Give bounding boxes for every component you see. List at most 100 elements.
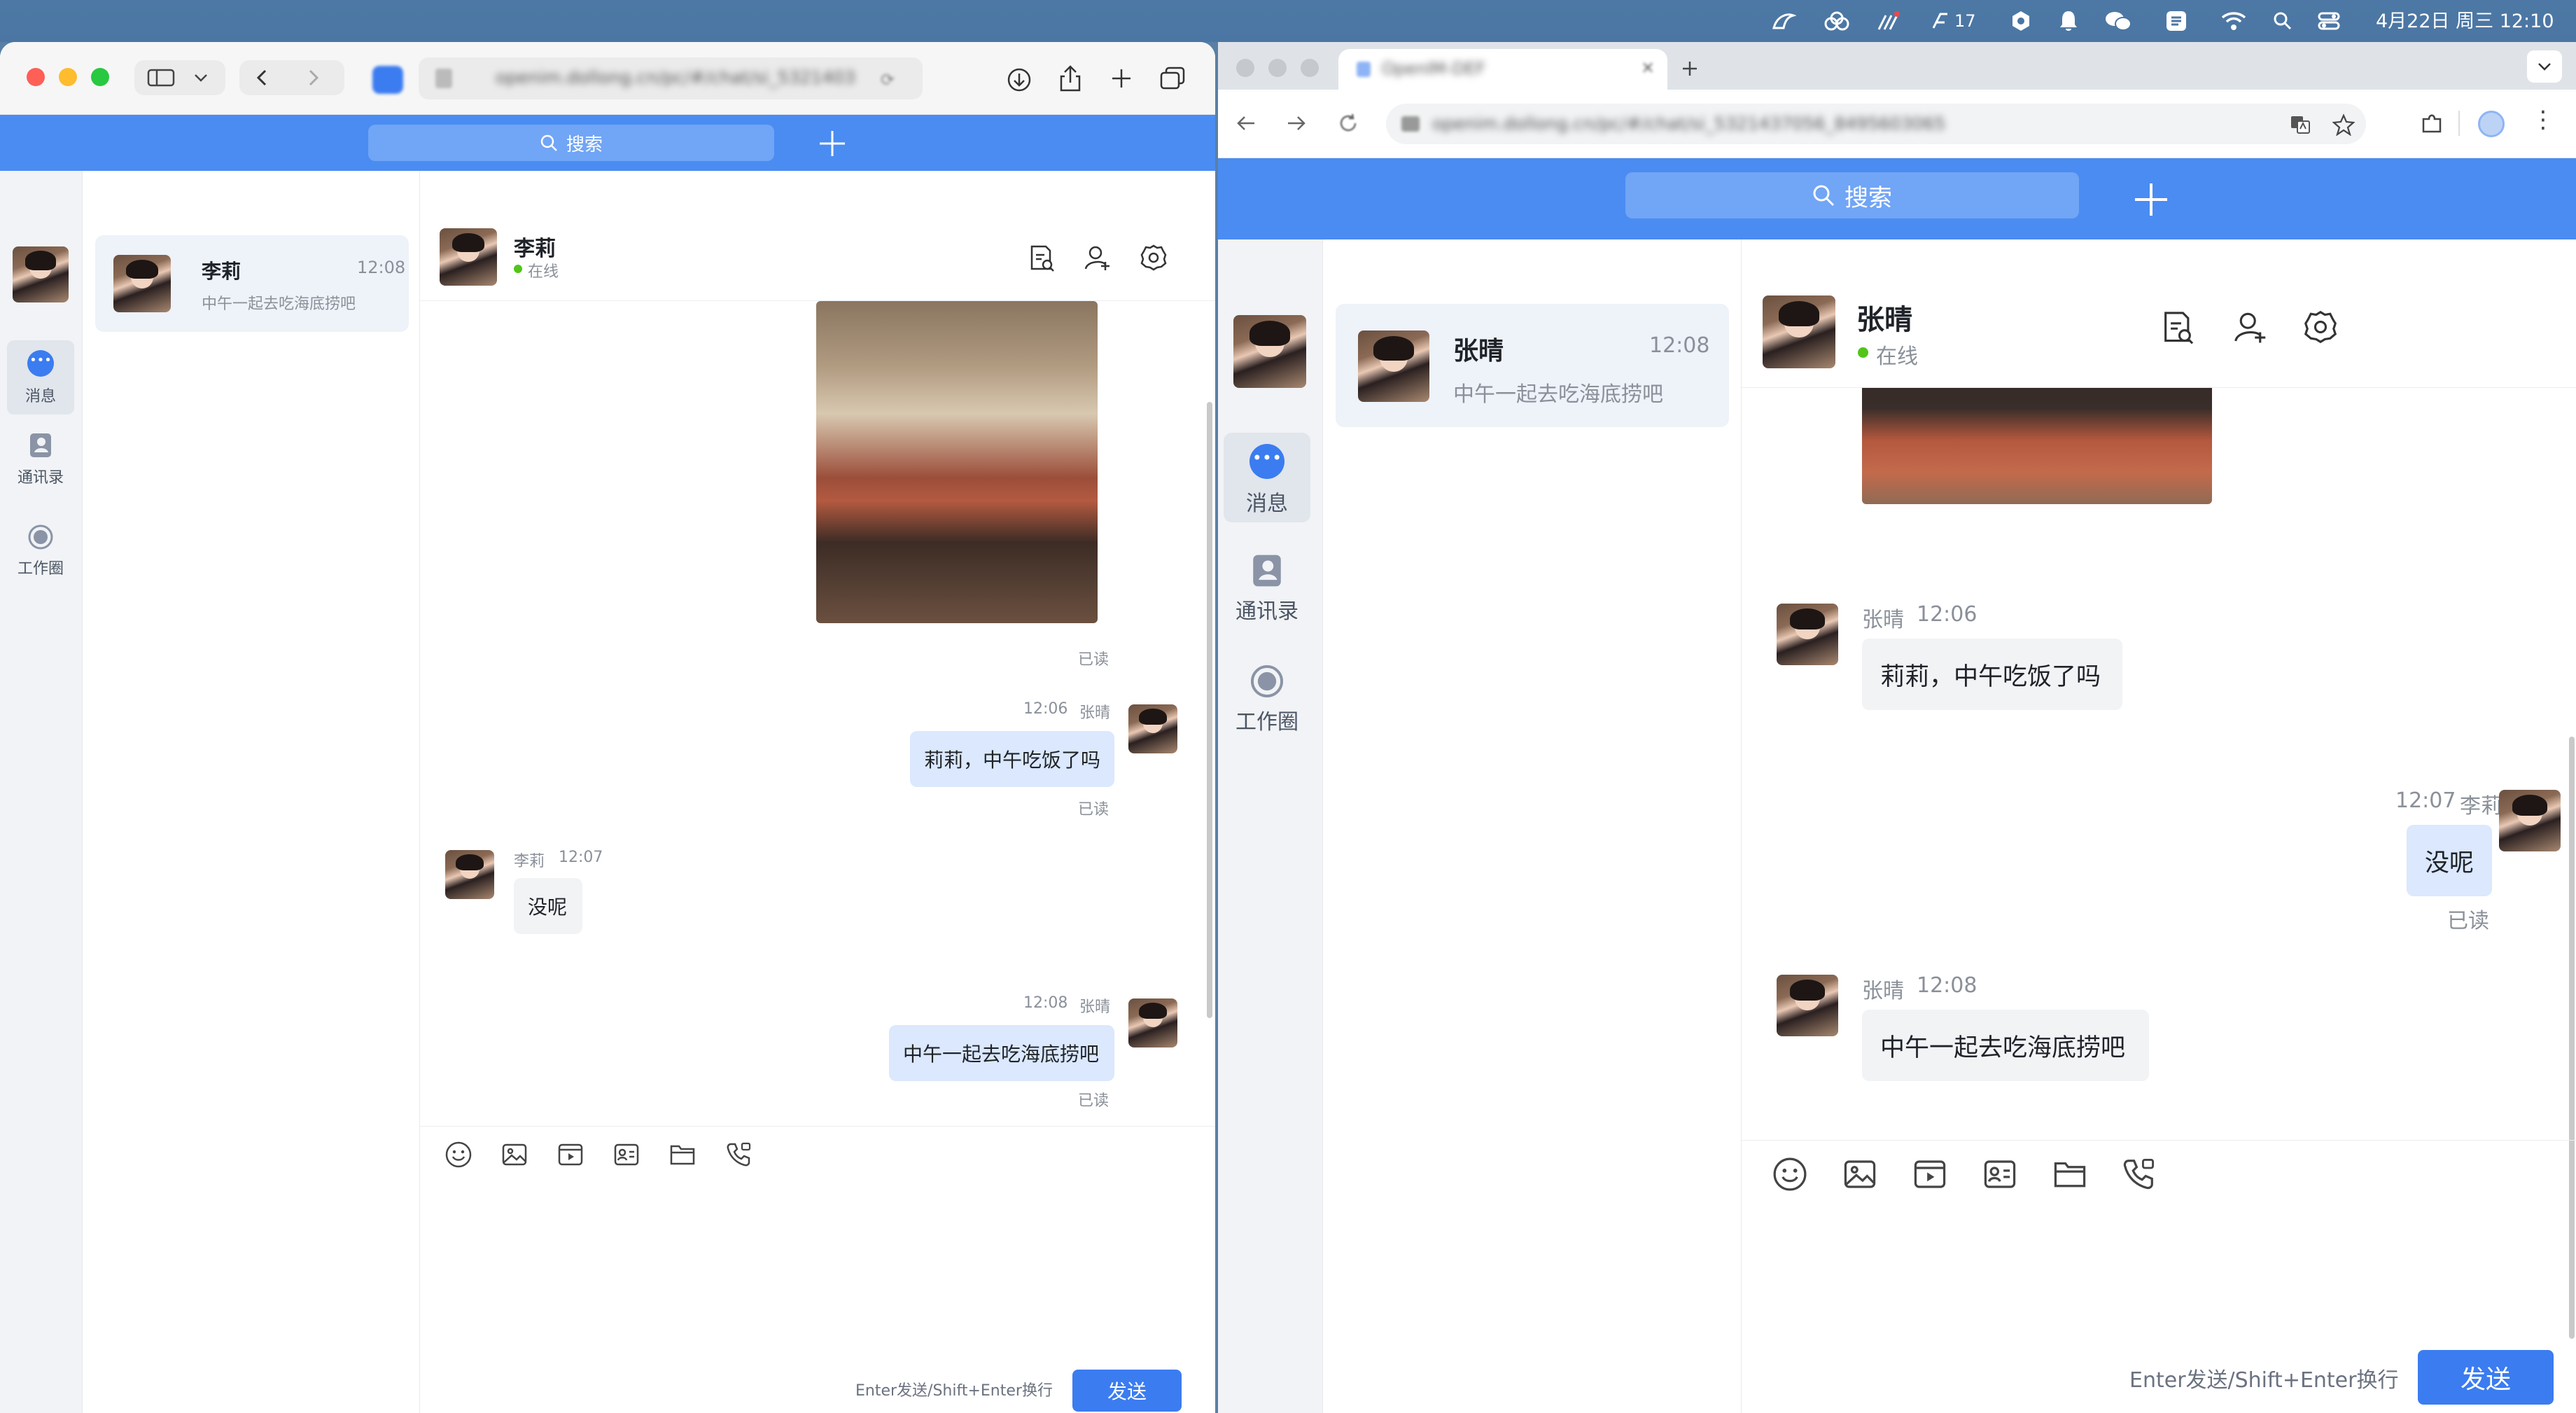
minimize-window-button[interactable] (1268, 59, 1287, 77)
extension-icon[interactable] (372, 66, 403, 94)
settings-gear-icon[interactable] (2303, 309, 2338, 344)
call-icon[interactable] (724, 1140, 753, 1169)
bookmark-star-icon[interactable] (2332, 113, 2355, 136)
back-arrow-icon[interactable] (1235, 112, 1257, 134)
sync-icon[interactable] (2009, 7, 2033, 35)
rail-messages[interactable]: ••• 消息 (1224, 433, 1310, 522)
conversation-name: 张晴 (1453, 337, 1504, 366)
chat-scrollbar[interactable] (2569, 737, 2575, 1339)
cloud-icon[interactable] (1823, 7, 1851, 35)
my-avatar[interactable] (1233, 315, 1306, 388)
message-bubble: 莉莉，中午吃饭了吗 (910, 731, 1114, 787)
new-tab-icon[interactable] (1110, 67, 1133, 90)
active-tab[interactable]: OpenIM-DEF × (1338, 49, 1667, 90)
message-sender: 李莉 (2460, 794, 2502, 819)
add-friend-icon[interactable] (2233, 309, 2268, 344)
message-sender: 张晴 (1079, 704, 1111, 722)
tab-search-button[interactable] (2527, 50, 2562, 83)
bird-icon[interactable] (1771, 7, 1796, 35)
more-menu-icon[interactable]: ⋮ (2531, 108, 2555, 132)
profile-avatar[interactable] (2478, 111, 2505, 137)
input-divider (1742, 1140, 2576, 1141)
share-icon[interactable] (1058, 64, 1082, 92)
tab-overview-icon[interactable] (1159, 66, 1186, 91)
wifi-icon[interactable] (2220, 7, 2247, 35)
reload-icon[interactable]: ⟳ (881, 70, 895, 90)
chat-scrollbar[interactable] (1207, 402, 1212, 1018)
chat-history-icon[interactable] (2160, 309, 2195, 346)
sender-avatar (1128, 998, 1177, 1047)
tab-close-icon[interactable]: × (1641, 57, 1655, 77)
add-friend-icon[interactable] (1084, 244, 1112, 272)
image-message[interactable] (816, 301, 1098, 623)
reload-icon[interactable] (1337, 112, 1359, 134)
chat-header-name: 李莉 (514, 237, 556, 261)
add-icon[interactable] (818, 129, 847, 158)
message-time: 12:08 (1023, 994, 1068, 1012)
chat-header-avatar (440, 228, 497, 286)
search-box[interactable]: 搜索 (368, 125, 774, 161)
image-icon[interactable] (1841, 1155, 1879, 1193)
send-hint: Enter发送/Shift+Enter换行 (2129, 1368, 2399, 1393)
download-icon[interactable] (1007, 67, 1032, 92)
send-button[interactable]: 发送 (1072, 1370, 1182, 1412)
rail-messages[interactable]: ••• 消息 (7, 340, 74, 415)
folder-icon[interactable] (2051, 1155, 2089, 1193)
control-center-icon[interactable] (2317, 7, 2341, 35)
zoom-window-button[interactable] (91, 68, 109, 86)
search-box[interactable]: 搜索 (1625, 172, 2079, 218)
contact-card-icon[interactable] (612, 1140, 641, 1169)
rail-workspace[interactable]: 工作圈 (7, 524, 74, 594)
site-info-icon[interactable] (1401, 116, 1420, 132)
extensions-icon[interactable] (2419, 111, 2444, 136)
folder-icon[interactable] (668, 1140, 697, 1169)
add-icon[interactable] (2132, 181, 2170, 218)
macos-menu-bar: 17 4月22日 周三 12:10 (0, 0, 2576, 42)
new-tab-icon[interactable] (1680, 59, 1700, 78)
close-window-button[interactable] (1236, 59, 1254, 77)
minimize-window-button[interactable] (59, 68, 77, 86)
url-text: openim.dollong.cn/pc/#/chat/si_5321403 (496, 67, 856, 88)
back-arrow-icon[interactable] (255, 69, 269, 87)
tab-favicon-icon (1357, 62, 1371, 77)
search-placeholder: 搜索 (1844, 183, 1892, 212)
message-bubble: 中午一起去吃海底捞吧 (889, 1025, 1114, 1081)
message-bubble: 没呢 (514, 878, 582, 934)
send-button[interactable]: 发送 (2418, 1350, 2554, 1405)
chat-header-status: 在线 (1876, 344, 1918, 369)
search-icon[interactable] (2272, 7, 2293, 35)
address-bar[interactable]: openim.dollong.cn/pc/#/chat/si_5321403 ⟳ (419, 57, 923, 99)
forward-arrow-icon[interactable] (1285, 112, 1308, 134)
translate-icon[interactable] (2289, 113, 2311, 136)
call-icon[interactable] (2120, 1155, 2157, 1193)
settings-gear-icon[interactable] (1140, 244, 1168, 272)
emoji-icon[interactable] (444, 1140, 473, 1169)
app-icon[interactable] (2164, 7, 2188, 35)
video-icon[interactable] (1911, 1155, 1949, 1193)
sidebar-toggle-button[interactable] (134, 60, 225, 95)
conversation-avatar (113, 255, 171, 312)
message-time: 12:06 (1917, 602, 1977, 627)
rail-workspace[interactable]: 工作圈 (1224, 664, 1310, 748)
rail-contacts[interactable]: 通讯录 (7, 431, 74, 501)
close-window-button[interactable] (27, 68, 45, 86)
emoji-icon[interactable] (1771, 1155, 1809, 1193)
forward-arrow-icon[interactable] (307, 69, 321, 87)
wechat-icon[interactable] (2104, 7, 2132, 35)
contact-card-icon[interactable] (1981, 1155, 2019, 1193)
notification-count: 17 (1954, 11, 1976, 31)
address-bar[interactable]: openim.dollong.cn/pc/#/chat/si_532143705… (1386, 104, 2366, 144)
notification-icon[interactable]: 17 (1929, 7, 1976, 35)
conversation-item[interactable]: 李莉 12:08 中午一起去吃海底捞吧 (95, 235, 409, 332)
video-icon[interactable] (556, 1140, 585, 1169)
menubar-clock[interactable]: 4月22日 周三 12:10 (2376, 7, 2554, 35)
bell-icon[interactable] (2058, 7, 2079, 35)
stats-icon[interactable] (1876, 7, 1901, 35)
image-icon[interactable] (500, 1140, 529, 1169)
rail-contacts[interactable]: 通讯录 (1224, 552, 1310, 636)
conversation-item[interactable]: 张晴 12:08 中午一起去吃海底捞吧 (1336, 304, 1729, 427)
rail-contacts-label: 通讯录 (1236, 599, 1298, 624)
my-avatar[interactable] (13, 246, 69, 302)
chat-history-icon[interactable] (1028, 244, 1056, 273)
zoom-window-button[interactable] (1301, 59, 1319, 77)
